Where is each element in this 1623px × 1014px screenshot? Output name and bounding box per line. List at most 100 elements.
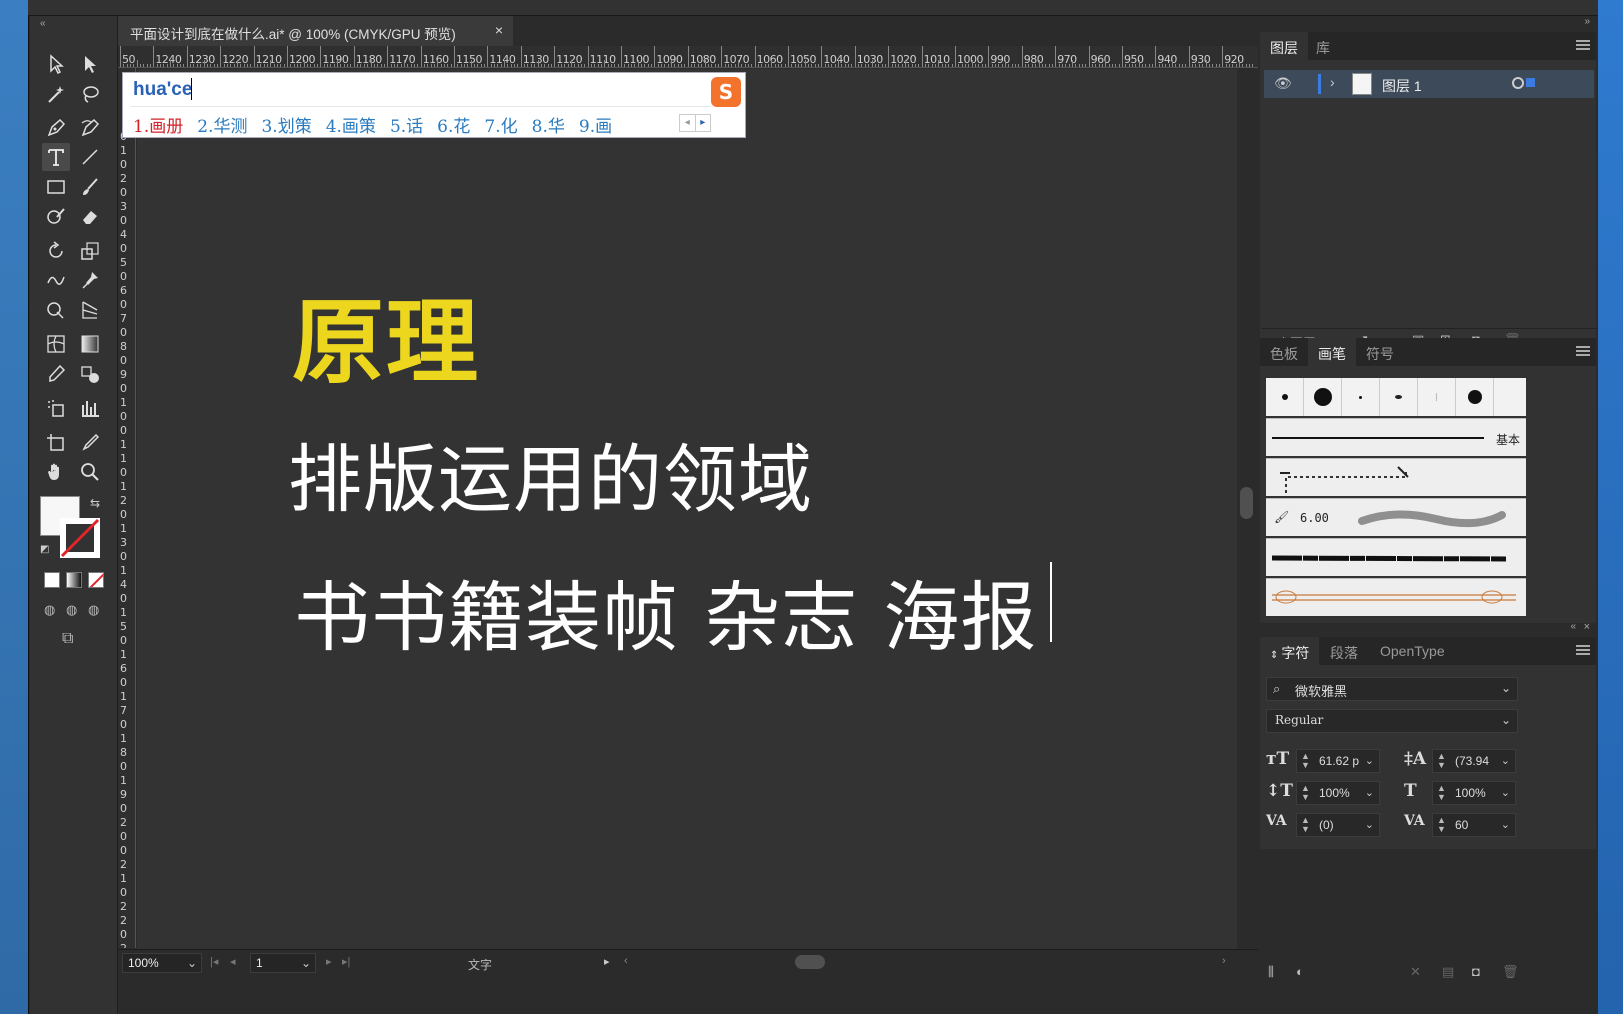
vertical-ruler[interactable]: 0102030405060708090100110120130140150160… [118, 68, 136, 948]
vertical-scale-field[interactable]: ▲ ▼ 100% ⌄ [1296, 781, 1380, 805]
chevron-down-icon[interactable]: ⌄ [1365, 754, 1374, 767]
chevron-down-icon[interactable]: ⌄ [1501, 818, 1510, 831]
brush-tip[interactable] [1418, 378, 1456, 416]
hand-tool-icon[interactable] [42, 458, 70, 486]
puppet-warp-tool-icon[interactable] [76, 266, 104, 294]
tab-character[interactable]: ⇕ 字符 [1260, 637, 1320, 665]
warp-tool-icon[interactable] [42, 266, 70, 294]
ime-candidate[interactable]: 7.化 [484, 112, 517, 137]
zoom-level-select[interactable]: 100% ⌄ [122, 953, 202, 973]
ime-candidate[interactable]: 8.华 [532, 112, 565, 137]
brush-tip[interactable] [1456, 378, 1494, 416]
next-artboard-icon[interactable]: ▸ [326, 955, 332, 968]
kerning-field[interactable]: ▲ ▼ (0) ⌄ [1296, 813, 1380, 837]
ime-prev-page-icon[interactable]: ◂ [680, 115, 695, 131]
font-size-field[interactable]: ▲ ▼ 61.62 p ⌄ [1296, 749, 1380, 773]
tab-opentype[interactable]: OpenType [1370, 637, 1455, 665]
brush-libraries-icon[interactable]: ⫼ [1268, 964, 1284, 980]
stepper-icon[interactable]: ▲ ▼ [1301, 752, 1310, 770]
panel-menu-icon[interactable] [1576, 40, 1590, 50]
scroll-right-icon[interactable]: › [1222, 955, 1226, 967]
stepper-icon[interactable]: ▲ ▼ [1301, 816, 1310, 834]
collapse-panel-icon[interactable]: « [1570, 621, 1576, 632]
canvas-line-2[interactable]: 书书籍装帧 杂志 海报 [294, 556, 1037, 666]
brush-tip[interactable] [1266, 378, 1304, 416]
direct-selection-tool-icon[interactable] [76, 50, 104, 78]
ime-candidate[interactable]: 6.花 [437, 112, 470, 137]
horizontal-ruler[interactable]: 50 1240 1230 1220 1210 1200 1190 1180 1170 1160 11… [118, 46, 1258, 68]
options-icon[interactable]: ▤ [1442, 964, 1458, 980]
gradient-mode-icon[interactable] [66, 572, 82, 588]
none-mode-icon[interactable] [88, 572, 104, 588]
vertical-scrollbar[interactable] [1237, 69, 1256, 949]
artboard-number-select[interactable]: 1 ⌄ [250, 953, 316, 973]
layer-target-icon[interactable] [1512, 77, 1524, 89]
brush-tip[interactable] [1304, 378, 1342, 416]
font-style-select[interactable]: Regular ⌄ [1266, 709, 1518, 733]
first-artboard-icon[interactable]: |◂ [210, 955, 218, 968]
line-segment-tool-icon[interactable] [76, 143, 104, 171]
chevron-down-icon[interactable]: ⌄ [1365, 818, 1374, 831]
tab-layers[interactable]: 图层 [1260, 32, 1308, 60]
symbol-sprayer-tool-icon[interactable] [42, 394, 70, 422]
stepper-icon[interactable]: ▲ ▼ [1437, 784, 1446, 802]
perspective-grid-tool-icon[interactable] [76, 296, 104, 324]
blend-tool-icon[interactable] [76, 360, 104, 388]
artboard-tool-icon[interactable] [42, 429, 70, 457]
tab-libraries[interactable]: 库 [1306, 32, 1340, 60]
ime-candidate[interactable]: 5.话 [390, 112, 423, 137]
rectangle-tool-icon[interactable] [42, 173, 70, 201]
libraries-panel-icon[interactable]: ◐ [1296, 964, 1312, 980]
collapse-dock-icon[interactable]: » [1584, 16, 1590, 27]
stroke-swatch[interactable] [60, 518, 100, 558]
tab-symbols[interactable]: 符号 [1356, 338, 1404, 366]
last-artboard-icon[interactable]: ▸| [342, 955, 350, 968]
color-mode-icon[interactable] [44, 572, 60, 588]
remove-stroke-icon[interactable]: ✕ [1410, 964, 1426, 980]
paintbrush-tool-icon[interactable] [76, 173, 104, 201]
scale-tool-icon[interactable] [76, 237, 104, 265]
brush-tip[interactable] [1342, 378, 1380, 416]
expand-arrow-icon[interactable]: › [1330, 74, 1335, 90]
draw-inside-icon[interactable]: ◍ [88, 602, 99, 618]
ime-candidate[interactable]: 9.画 [579, 112, 612, 137]
swap-fill-stroke-icon[interactable]: ⇆ [90, 496, 100, 510]
scroll-left-icon[interactable]: ‹ [624, 955, 628, 967]
stepper-icon[interactable]: ▲ ▼ [1301, 784, 1310, 802]
ime-candidate[interactable]: 1.画册 [133, 112, 183, 137]
curvature-tool-icon[interactable] [76, 114, 104, 142]
document-tab[interactable]: 平面设计到底在做什么.ai* @ 100% (CMYK/GPU 预览) × [118, 16, 513, 46]
canvas-line-1[interactable]: 排版运用的领域 [288, 420, 813, 527]
eraser-tool-icon[interactable] [76, 202, 104, 230]
stepper-icon[interactable]: ▲ ▼ [1437, 816, 1446, 834]
ime-candidate[interactable]: 3.划策 [261, 112, 311, 137]
selection-tool-icon[interactable] [42, 50, 70, 78]
layer-name[interactable]: 图层 1 [1382, 76, 1422, 96]
rotate-tool-icon[interactable] [42, 237, 70, 265]
eye-icon[interactable]: 👁 [1274, 75, 1292, 92]
chevron-down-icon[interactable]: ⌄ [1501, 754, 1510, 767]
ime-next-page-icon[interactable]: ▸ [694, 115, 711, 131]
default-fill-stroke-icon[interactable]: ◩ [40, 544, 49, 555]
panel-menu-icon[interactable] [1576, 346, 1590, 356]
chevron-down-icon[interactable]: ⌄ [1365, 786, 1374, 799]
draw-behind-icon[interactable]: ◍ [66, 602, 77, 618]
tracking-field[interactable]: ▲ ▼ 60 ⌄ [1432, 813, 1516, 837]
gradient-tool-icon[interactable] [76, 330, 104, 358]
collapse-toolbar-icon[interactable]: « [40, 18, 46, 29]
sogou-logo-icon[interactable]: S [711, 77, 741, 107]
previous-artboard-icon[interactable]: ◂ [230, 955, 236, 968]
draw-normal-icon[interactable]: ◍ [44, 602, 55, 618]
delete-brush-icon[interactable]: 🗑 [1502, 964, 1519, 980]
screen-mode-icon[interactable]: ⧉ [62, 630, 73, 648]
font-family-select[interactable]: ⌕ 微软雅黑 ⌄ [1266, 677, 1518, 701]
horizontal-scale-field[interactable]: ▲ ▼ 100% ⌄ [1432, 781, 1516, 805]
panel-menu-icon[interactable] [1576, 645, 1590, 655]
tab-brushes[interactable]: 画笔 [1308, 338, 1356, 366]
vertical-scroll-thumb[interactable] [1240, 487, 1253, 519]
pen-tool-icon[interactable] [42, 114, 70, 142]
new-brush-icon[interactable]: ◘ [1472, 964, 1488, 980]
brush-charcoal[interactable] [1266, 538, 1526, 576]
leading-field[interactable]: ▲ ▼ (73.94 ⌄ [1432, 749, 1516, 773]
tab-swatches[interactable]: 色板 [1260, 338, 1308, 366]
